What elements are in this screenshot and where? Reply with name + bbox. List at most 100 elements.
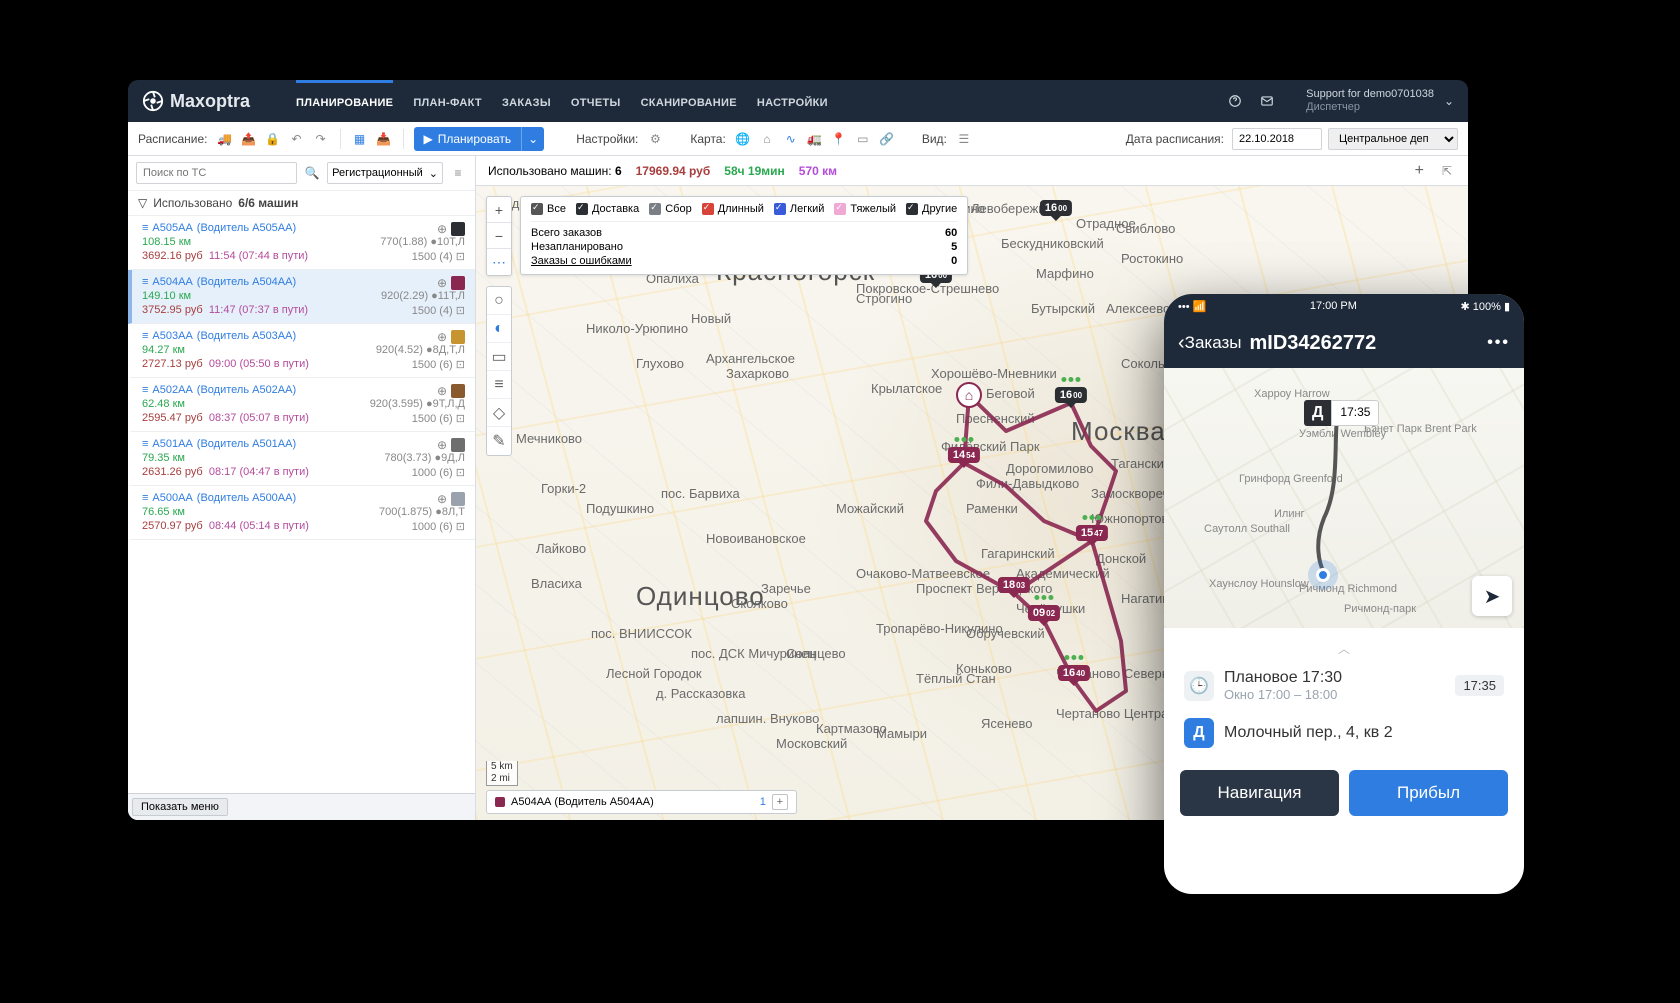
tool-icon[interactable]: 🚚 — [216, 130, 234, 148]
collapse-icon[interactable]: ≡ — [449, 164, 467, 182]
schedule-card: 🕒 Плановое 17:30 Окно 17:00 – 18:00 17:3… — [1180, 661, 1508, 710]
zoom-out-button[interactable]: − — [487, 223, 511, 249]
date-label: Дата расписания: — [1126, 132, 1224, 146]
draw-tool-icon[interactable]: ◇ — [487, 399, 511, 427]
nav-tab[interactable]: СКАНИРОВАНИЕ — [641, 80, 737, 122]
layers-icon[interactable]: ▭ — [854, 130, 872, 148]
map-legend: А504АА (Водитель А504АА) 1 + — [486, 790, 797, 814]
filter-checkbox[interactable]: Другие — [906, 203, 957, 215]
filter-checkbox[interactable]: Тяжелый — [834, 203, 896, 215]
stop-marker[interactable]: 1547 — [1076, 525, 1108, 541]
filter-stat-row: Всего заказов60 — [531, 226, 957, 240]
rect-tool-icon[interactable]: ▭ — [487, 343, 511, 371]
gear-icon[interactable]: ⚙ — [646, 130, 664, 148]
tool-icon[interactable]: 📤 — [240, 130, 258, 148]
depot-select[interactable]: Центральное деп — [1328, 128, 1458, 150]
help-icon[interactable] — [1226, 92, 1244, 110]
filter-checkbox[interactable]: Все — [531, 203, 566, 215]
list-icon[interactable]: ☰ — [955, 130, 973, 148]
stop-letter-icon: Д — [1184, 718, 1214, 748]
back-button[interactable]: ‹ Заказы — [1178, 332, 1241, 355]
filter-stat-row: Незапланировано5 — [531, 240, 957, 254]
filter-checkbox[interactable]: Легкий — [774, 203, 824, 215]
zoom-more-icon[interactable]: ⋯ — [487, 249, 511, 275]
search-input[interactable] — [136, 162, 297, 184]
mobile-map[interactable]: Харроу HarrowУэмбли WembleyБэнет Парк Br… — [1164, 368, 1524, 628]
vehicle-row[interactable]: ≡ А501АА (Водитель А501АА) ⊕ 79.35 км780… — [128, 432, 475, 486]
pin-icon[interactable]: 📍 — [830, 130, 848, 148]
grid-icon[interactable]: ▦ — [351, 130, 369, 148]
mobile-stop-marker[interactable]: Д 17:35 — [1304, 400, 1379, 426]
filter-stat-row[interactable]: Заказы с ошибками0 — [531, 254, 957, 268]
plan-dropdown[interactable]: ⌄ — [521, 127, 544, 151]
map-tools: ○ ◐ ▭ ≡ ◇ ✎ — [486, 286, 512, 456]
stop-marker[interactable]: 1454 — [948, 447, 980, 463]
zoom-control: + − ⋯ — [486, 196, 512, 276]
route-icon[interactable]: ∿ — [782, 130, 800, 148]
drag-handle-icon[interactable]: ︿ — [1180, 640, 1508, 657]
clock-icon: 🕒 — [1184, 671, 1214, 701]
brand-logo[interactable]: Maxoptra — [142, 90, 250, 112]
stop-marker[interactable]: 1640 — [1058, 665, 1090, 681]
lasso-tool-icon[interactable]: ◐ — [487, 315, 511, 343]
measure-tool-icon[interactable]: ≡ — [487, 371, 511, 399]
filter-checkbox[interactable]: Доставка — [576, 203, 639, 215]
vehicle-row[interactable]: ≡ А503АА (Водитель А503АА) ⊕ 94.27 км920… — [128, 324, 475, 378]
mobile-header: ‹ Заказы mID34262772 ••• — [1164, 318, 1524, 368]
vehicle-row[interactable]: ≡ А504АА (Водитель А504АА) ⊕ 149.10 км92… — [128, 270, 475, 324]
nav-tab[interactable]: ОТЧЕТЫ — [571, 80, 621, 122]
truck-icon[interactable]: 🚛 — [806, 130, 824, 148]
nav-tab[interactable]: ЗАКАЗЫ — [502, 80, 551, 122]
pen-tool-icon[interactable]: ✎ — [487, 427, 511, 455]
vehicle-row[interactable]: ≡ А500АА (Водитель А500АА) ⊕ 76.65 км700… — [128, 486, 475, 540]
nav-tab[interactable]: НАСТРОЙКИ — [757, 80, 828, 122]
current-location-icon — [1316, 568, 1330, 582]
sort-select[interactable]: Регистрационный ⌄ — [327, 162, 443, 184]
address-card[interactable]: Д Молочный пер., 4, кв 2 — [1180, 710, 1508, 756]
undo-icon[interactable]: ↶ — [288, 130, 306, 148]
redo-icon[interactable]: ↷ — [312, 130, 330, 148]
scale-bar: 5 km2 mi — [486, 761, 518, 786]
stop-marker[interactable]: 1803 — [998, 577, 1030, 593]
lock-icon[interactable]: 🔒 — [264, 130, 282, 148]
top-nav: Maxoptra ПЛАНИРОВАНИЕ ПЛАН-ФАКТ ЗАКАЗЫ ОТЧЕ… — [128, 80, 1468, 122]
stop-marker[interactable]: 1600 — [1040, 200, 1072, 216]
eta-badge: 17:35 — [1455, 675, 1504, 696]
order-id: mID34262772 — [1249, 332, 1479, 355]
nav-tab[interactable]: ПЛАНИРОВАНИЕ — [296, 80, 393, 122]
search-icon[interactable]: 🔍 — [303, 164, 321, 182]
filter-row[interactable]: ▽ Использовано 6/6 машин — [128, 191, 475, 216]
mail-icon[interactable] — [1258, 92, 1276, 110]
locate-button[interactable]: ➤ — [1472, 576, 1512, 616]
vehicle-row[interactable]: ≡ А502АА (Водитель А502АА) ⊕ 62.48 км920… — [128, 378, 475, 432]
add-icon[interactable]: + — [1415, 162, 1424, 180]
globe-icon[interactable]: 🌐 — [734, 130, 752, 148]
vehicle-row[interactable]: ≡ А505АА (Водитель А505АА) ⊕ 108.15 км77… — [128, 216, 475, 270]
user-menu[interactable]: Support for demo0701038 Диспетчер ⌄ — [1306, 88, 1454, 114]
filter-checkbox[interactable]: Длинный — [702, 203, 764, 215]
stop-marker[interactable]: 1600 — [1055, 387, 1087, 403]
legend-add-icon[interactable]: + — [772, 794, 788, 810]
zoom-in-button[interactable]: + — [487, 197, 511, 223]
filter-icon: ▽ — [138, 196, 147, 210]
export-icon[interactable]: ⇱ — [1438, 162, 1456, 180]
filter-checkbox[interactable]: Сбор — [649, 203, 691, 215]
more-icon[interactable]: ••• — [1487, 334, 1510, 352]
map-label: Карта: — [690, 132, 725, 146]
plan-button[interactable]: ▶ Планировать ⌄ — [414, 127, 545, 151]
stop-marker[interactable]: 0902 — [1028, 605, 1060, 621]
home-icon[interactable]: ⌂ — [758, 130, 776, 148]
navigation-button[interactable]: Навигация — [1180, 770, 1339, 816]
arrived-button[interactable]: Прибыл — [1349, 770, 1508, 816]
nav-tab[interactable]: ПЛАН-ФАКТ — [413, 80, 482, 122]
stats-bar: Использовано машин: 6 17969.94 руб 58ч 1… — [476, 156, 1468, 186]
link-icon[interactable]: 🔗 — [878, 130, 896, 148]
toolbar: Расписание: 🚚 📤 🔒 ↶ ↷ ▦ 📥 ▶ Планировать … — [128, 122, 1468, 156]
depot-marker[interactable]: ⌂ — [956, 382, 982, 408]
chevron-down-icon: ⌄ — [429, 167, 438, 180]
date-input[interactable] — [1232, 128, 1322, 150]
show-menu-button[interactable]: Показать меню — [132, 798, 228, 816]
select-tool-icon[interactable]: ○ — [487, 287, 511, 315]
inbox-icon[interactable]: 📥 — [375, 130, 393, 148]
settings-label: Настройки: — [576, 132, 638, 146]
